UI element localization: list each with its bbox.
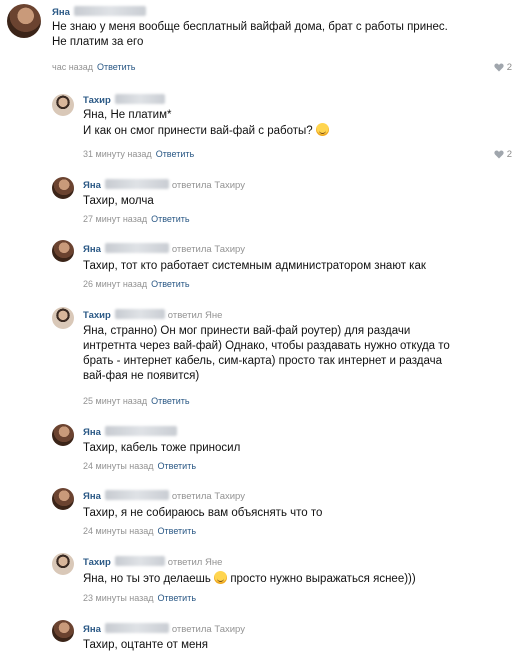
comment-text: Тахир, я не собираюсь вам объяснять что … — [83, 507, 323, 519]
reply-button[interactable]: Ответить — [156, 149, 194, 159]
blurred-surname — [114, 309, 165, 319]
comment-time[interactable]: 27 минут назад — [83, 214, 147, 224]
replied-to[interactable]: ответила Тахиру — [172, 244, 245, 255]
like-button[interactable]: 2 — [494, 149, 512, 160]
avatar[interactable] — [52, 620, 74, 642]
author-name[interactable]: Яна — [83, 491, 101, 502]
comment-time[interactable]: 26 минут назад — [83, 279, 147, 289]
comment-text: Тахир, молча — [83, 195, 154, 207]
avatar[interactable] — [52, 94, 74, 116]
blurred-surname — [114, 556, 165, 566]
laughing-emoji-icon — [315, 123, 329, 136]
comment-time[interactable]: 23 минуты назад — [83, 593, 154, 603]
comment-text: Яна, странно) Он мог принести вай-фай ро… — [83, 325, 411, 337]
reply-button[interactable]: Ответить — [158, 526, 196, 536]
comment-text: просто нужно выражаться яснее))) — [230, 573, 416, 585]
replied-to[interactable]: ответил Яне — [168, 310, 223, 321]
comment-text: И как он смог принести вай-фай с работы? — [83, 125, 313, 137]
comment-time[interactable]: 24 минуты назад — [83, 526, 154, 536]
comment-time[interactable]: 31 минуту назад — [83, 149, 152, 159]
replied-to[interactable]: ответила Тахиру — [172, 491, 245, 502]
heart-icon — [494, 63, 504, 72]
avatar[interactable] — [52, 240, 74, 262]
blurred-surname — [104, 623, 169, 633]
replied-to[interactable]: ответил Яне — [168, 557, 223, 568]
author-name[interactable]: Яна — [83, 427, 101, 438]
comment-text: Тахир, оцтанте от меня — [83, 639, 208, 651]
avatar[interactable] — [52, 553, 74, 575]
author-name[interactable]: Яна — [83, 180, 101, 191]
reply-button[interactable]: Ответить — [151, 396, 189, 406]
avatar[interactable] — [52, 424, 74, 446]
comment-text: Тахир, тот кто работает системным админи… — [83, 260, 426, 272]
author-name[interactable]: Яна — [52, 7, 70, 18]
avatar[interactable] — [52, 307, 74, 329]
comment-text: Не платим за его — [52, 36, 144, 48]
reply-button[interactable]: Ответить — [158, 593, 196, 603]
comment-text: Не знаю у меня вообще бесплатный вайфай … — [52, 21, 448, 33]
avatar[interactable] — [52, 177, 74, 199]
heart-icon — [494, 150, 504, 159]
comment-text: брать - интернет кабель, сим-карта) прос… — [83, 355, 442, 367]
replied-to[interactable]: ответила Тахиру — [172, 624, 245, 635]
author-name[interactable]: Яна — [83, 244, 101, 255]
author-name[interactable]: Тахир — [83, 557, 111, 568]
like-count: 2 — [506, 62, 512, 73]
avatar[interactable] — [52, 488, 74, 510]
comment-time[interactable]: 24 минуты назад — [83, 461, 154, 471]
comment-time[interactable]: час назад — [52, 62, 93, 72]
reply-button[interactable]: Ответить — [158, 461, 196, 471]
blurred-surname — [114, 94, 165, 104]
comment-text: Яна, Не платим* — [83, 109, 172, 121]
comment-text: Яна, но ты это делаешь — [83, 573, 211, 585]
reply-button[interactable]: Ответить — [97, 62, 135, 72]
like-count: 2 — [506, 149, 512, 160]
like-button[interactable]: 2 — [494, 62, 512, 73]
author-name[interactable]: Тахир — [83, 310, 111, 321]
author-name[interactable]: Тахир — [83, 95, 111, 106]
comment-text: вай-фая не появится) — [83, 370, 200, 382]
blurred-surname — [104, 490, 169, 500]
blurred-surname — [73, 6, 146, 16]
comment-time[interactable]: 25 минут назад — [83, 396, 147, 406]
reply-button[interactable]: Ответить — [151, 279, 189, 289]
blurred-surname — [104, 243, 169, 253]
author-name[interactable]: Яна — [83, 624, 101, 635]
comment-text: Тахир, кабель тоже приносил — [83, 442, 241, 454]
replied-to[interactable]: ответила Тахиру — [172, 180, 245, 191]
reply-button[interactable]: Ответить — [151, 214, 189, 224]
avatar[interactable] — [7, 4, 41, 38]
blurred-surname — [104, 426, 177, 436]
comment-text: интретнта через вай-фай) Однако, чтобы р… — [83, 340, 450, 352]
blurred-surname — [104, 179, 169, 189]
laughing-emoji-icon — [214, 571, 228, 584]
